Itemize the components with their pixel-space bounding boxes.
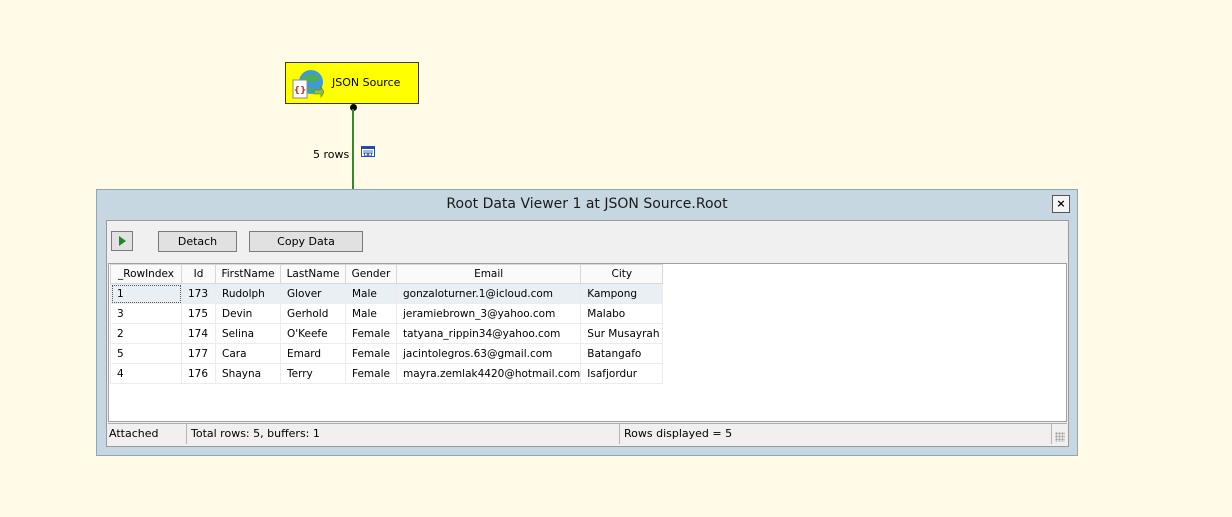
status-bar: Attached Total rows: 5, buffers: 1 Rows … — [108, 423, 1067, 444]
table-cell[interactable]: Male — [345, 283, 397, 304]
table-cell[interactable]: Rudolph — [215, 283, 281, 304]
table-row[interactable]: 1 173 Rudolph Glover Male gonzaloturner.… — [110, 283, 664, 304]
table-cell[interactable]: Male — [345, 303, 397, 324]
viewer-title: Root Data Viewer 1 at JSON Source.Root — [446, 196, 728, 212]
table-cell[interactable]: jacintolegros.63@gmail.com — [395, 343, 582, 364]
table-cell[interactable]: Female — [345, 363, 397, 384]
table-cell[interactable]: O'Keefe — [280, 323, 346, 344]
column-header[interactable]: Email — [395, 264, 582, 284]
table-row[interactable]: 3 175 Devin Gerhold Male jeramiebrown_3@… — [110, 303, 664, 324]
table-cell[interactable]: Devin — [215, 303, 281, 324]
table-cell[interactable]: jeramiebrown_3@yahoo.com — [395, 303, 582, 324]
data-path-line[interactable] — [352, 109, 354, 190]
column-header[interactable]: Id — [181, 264, 216, 284]
column-header[interactable]: Gender — [345, 264, 397, 284]
play-icon — [119, 236, 126, 246]
table-row[interactable]: 4 176 Shayna Terry Female mayra.zemlak44… — [110, 363, 664, 384]
status-rows-displayed: Rows displayed = 5 — [620, 424, 1052, 444]
close-button[interactable]: × — [1052, 195, 1070, 213]
table-cell[interactable]: 3 — [110, 303, 182, 324]
resize-grip-icon[interactable] — [1055, 432, 1065, 442]
data-viewer-window: Root Data Viewer 1 at JSON Source.Root ×… — [96, 189, 1078, 456]
table-cell[interactable]: mayra.zemlak4420@hotmail.com — [395, 363, 582, 384]
viewer-content: Detach Copy Data _RowIndex Id FirstName … — [106, 220, 1069, 447]
table-cell[interactable]: 174 — [181, 323, 216, 344]
detach-button[interactable]: Detach — [158, 231, 237, 252]
svg-text:{}: {} — [294, 86, 307, 96]
data-grid[interactable]: _RowIndex Id FirstName LastName Gender E… — [108, 263, 1067, 422]
table-cell[interactable]: gonzaloturner.1@icloud.com — [395, 283, 582, 304]
column-header[interactable]: FirstName — [215, 264, 281, 284]
table-cell[interactable]: Glover — [280, 283, 346, 304]
table-cell[interactable]: 176 — [181, 363, 216, 384]
table-cell[interactable]: Terry — [280, 363, 346, 384]
column-header[interactable]: LastName — [280, 264, 346, 284]
table-cell[interactable]: Cara — [215, 343, 281, 364]
node-label: JSON Source — [332, 76, 401, 89]
viewer-toolbar: Detach Copy Data — [107, 221, 1068, 263]
table-cell[interactable]: 175 — [181, 303, 216, 324]
table-cell[interactable]: Selina — [215, 323, 281, 344]
table-cell[interactable]: Malabo — [580, 303, 664, 324]
copy-data-button[interactable]: Copy Data — [249, 231, 363, 252]
data-viewer-icon[interactable] — [361, 145, 376, 159]
status-state: Attached — [108, 424, 187, 444]
rows-count-label: 5 rows — [313, 148, 350, 161]
column-header[interactable]: City — [580, 264, 664, 284]
json-source-node[interactable]: {} JSON Source — [285, 62, 419, 104]
table-cell[interactable]: Batangafo — [580, 343, 664, 364]
table-cell[interactable]: Kampong — [580, 283, 664, 304]
data-table: _RowIndex Id FirstName LastName Gender E… — [110, 264, 664, 384]
table-cell[interactable]: Shayna — [215, 363, 281, 384]
table-cell[interactable]: Emard — [280, 343, 346, 364]
table-cell[interactable]: Gerhold — [280, 303, 346, 324]
header-row: _RowIndex Id FirstName LastName Gender E… — [110, 264, 664, 284]
table-cell[interactable]: Female — [345, 343, 397, 364]
table-cell[interactable]: 1 — [110, 283, 182, 304]
table-cell[interactable]: 5 — [110, 343, 182, 364]
json-source-icon: {} — [292, 70, 324, 99]
table-cell[interactable]: tatyana_rippin34@yahoo.com — [395, 323, 582, 344]
table-cell[interactable]: Isafjordur — [580, 363, 664, 384]
table-cell[interactable]: 173 — [181, 283, 216, 304]
table-cell[interactable]: 2 — [110, 323, 182, 344]
column-header[interactable]: _RowIndex — [110, 264, 182, 284]
table-cell[interactable]: 177 — [181, 343, 216, 364]
table-row[interactable]: 5 177 Cara Emard Female jacintolegros.63… — [110, 343, 664, 364]
status-totals: Total rows: 5, buffers: 1 — [187, 424, 620, 444]
table-row[interactable]: 2 174 Selina O'Keefe Female tatyana_ripp… — [110, 323, 664, 344]
table-cell[interactable]: Female — [345, 323, 397, 344]
table-cell[interactable]: 4 — [110, 363, 182, 384]
continue-button[interactable] — [111, 231, 133, 251]
table-cell[interactable]: Sur Musayrah — [580, 323, 664, 344]
